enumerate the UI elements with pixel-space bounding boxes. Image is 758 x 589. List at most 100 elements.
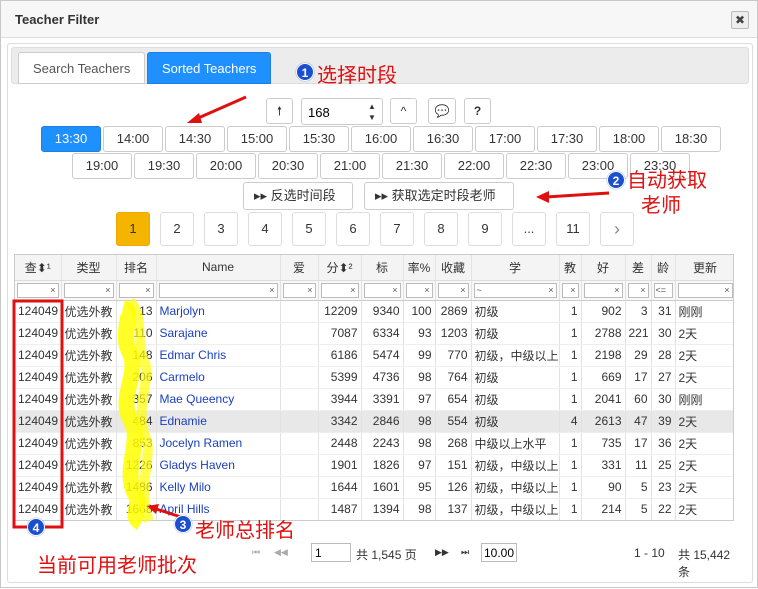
column-header[interactable]: 查⬍¹ xyxy=(15,255,62,281)
page-number-input[interactable] xyxy=(311,543,351,562)
stepper-down-icon[interactable]: ▼ xyxy=(365,112,379,123)
time-slot-button[interactable]: 16:00 xyxy=(351,126,411,152)
time-slot-button[interactable]: 14:00 xyxy=(103,126,163,152)
page-button[interactable]: 5 xyxy=(292,212,326,246)
time-slot-button[interactable]: 21:00 xyxy=(320,153,380,179)
filter-input[interactable]: × xyxy=(583,282,623,298)
clear-filter-icon[interactable]: × xyxy=(50,284,55,297)
time-slot-button[interactable]: 16:30 xyxy=(413,126,473,152)
filter-input[interactable]: × xyxy=(282,282,316,298)
table-row[interactable]: 124049 优选外教 206 Carmelo 5399 4736 98 764 初级 1 669 1… xyxy=(15,366,733,389)
table-row[interactable]: 124049 优选外教 1486 Kelly Milo 1644 1601 95 126 初级，… xyxy=(15,476,733,499)
filter-input[interactable]: × xyxy=(627,282,649,298)
column-header[interactable]: 差 xyxy=(625,255,652,281)
teacher-name-link[interactable]: Edmar Chris xyxy=(156,344,281,367)
clear-filter-icon[interactable]: × xyxy=(570,284,575,297)
clear-filter-icon[interactable]: × xyxy=(392,284,397,297)
first-page-icon[interactable]: ⏮ xyxy=(252,547,260,558)
clear-filter-icon[interactable]: × xyxy=(724,284,729,297)
page-button[interactable]: 4 xyxy=(248,212,282,246)
filter-input[interactable]: × xyxy=(363,282,401,298)
page-button[interactable]: 9 xyxy=(468,212,502,246)
table-row[interactable]: 124049 优选外教 148 Edmar Chris 6186 5474 99 770 初级，… xyxy=(15,344,733,367)
prev-page-icon[interactable]: ◀◀ xyxy=(274,547,288,558)
clear-filter-icon[interactable]: × xyxy=(105,284,110,297)
clear-filter-icon[interactable]: × xyxy=(269,284,274,297)
page-size-input[interactable] xyxy=(481,543,517,562)
filter-input[interactable]: × xyxy=(17,282,59,298)
filter-input[interactable]: × xyxy=(437,282,469,298)
tab-search-teachers[interactable]: Search Teachers xyxy=(18,52,146,84)
teacher-name-link[interactable]: Gladys Haven xyxy=(156,454,281,477)
teacher-name-link[interactable]: Jocelyn Ramen xyxy=(156,432,281,455)
next-page-icon[interactable]: ▶▶ xyxy=(435,547,449,558)
page-button[interactable]: 2 xyxy=(160,212,194,246)
table-row[interactable]: 124049 优选外教 110 Sarajane 7087 6334 93 1203 初级 1 27… xyxy=(15,322,733,345)
teacher-name-link[interactable]: Sarajane xyxy=(156,322,281,345)
clear-filter-icon[interactable]: × xyxy=(614,284,619,297)
next-page-chevron-icon[interactable]: › xyxy=(600,212,634,246)
filter-input[interactable]: × xyxy=(405,282,433,298)
teacher-name-link[interactable]: Mae Queency xyxy=(156,388,281,411)
column-header[interactable]: 好 xyxy=(581,255,626,281)
time-slot-button[interactable]: 18:00 xyxy=(599,126,659,152)
filter-input[interactable]: × xyxy=(677,282,733,298)
filter-input[interactable]: <= xyxy=(653,282,673,298)
column-header[interactable]: 收藏 xyxy=(435,255,472,281)
tab-sorted-teachers[interactable]: Sorted Teachers xyxy=(147,52,272,84)
filter-input[interactable]: × xyxy=(158,282,278,298)
teacher-name-link[interactable]: Carmelo xyxy=(156,366,281,389)
filter-input[interactable]: × xyxy=(561,282,579,298)
clear-filter-icon[interactable]: × xyxy=(548,284,553,297)
last-page-icon[interactable]: ⏭ xyxy=(461,547,469,558)
filter-input[interactable]: ~ × xyxy=(473,282,557,298)
time-slot-button[interactable]: 20:00 xyxy=(196,153,256,179)
page-button[interactable]: 6 xyxy=(336,212,370,246)
column-header[interactable]: 爱 xyxy=(280,255,319,281)
teacher-name-link[interactable]: Ednamie xyxy=(156,410,281,433)
close-icon[interactable]: ✖ xyxy=(731,11,749,29)
clear-filter-icon[interactable]: × xyxy=(350,284,355,297)
fetch-teachers-button[interactable]: ▸▸ 获取选定时段老师 xyxy=(364,182,514,210)
filter-input[interactable]: × xyxy=(63,282,114,298)
clear-filter-icon[interactable]: × xyxy=(640,284,645,297)
column-header[interactable]: Name xyxy=(156,255,281,281)
time-slot-button[interactable]: 19:30 xyxy=(134,153,194,179)
column-header[interactable]: 排名 xyxy=(116,255,157,281)
clear-filter-icon[interactable]: × xyxy=(424,284,429,297)
filter-input[interactable]: × xyxy=(320,282,359,298)
time-slot-button[interactable]: 14:30 xyxy=(165,126,225,152)
filter-input[interactable]: × xyxy=(118,282,154,298)
page-button[interactable]: 1 xyxy=(116,212,150,246)
table-row[interactable]: 124049 优选外教 13 Marjolyn 12209 9340 100 2869 初级 1 9… xyxy=(15,300,733,323)
page-button[interactable]: 7 xyxy=(380,212,414,246)
table-row[interactable]: 124049 优选外教 1668 April Hills 1487 1394 98 137 初级… xyxy=(15,498,733,520)
column-header[interactable]: 类型 xyxy=(61,255,117,281)
time-slot-button[interactable]: 17:00 xyxy=(475,126,535,152)
page-button[interactable]: 3 xyxy=(204,212,238,246)
time-slot-button[interactable]: 15:30 xyxy=(289,126,349,152)
teacher-name-link[interactable]: Kelly Milo xyxy=(156,476,281,499)
time-slot-button[interactable]: 15:00 xyxy=(227,126,287,152)
column-header[interactable]: 教 xyxy=(559,255,582,281)
time-slot-button[interactable]: 18:30 xyxy=(661,126,721,152)
time-slot-button[interactable]: 13:30 xyxy=(41,126,101,152)
time-slot-button[interactable]: 21:30 xyxy=(382,153,442,179)
up-arrow-button[interactable]: 🠕 xyxy=(266,98,293,124)
time-slot-button[interactable]: 22:00 xyxy=(444,153,504,179)
teacher-name-link[interactable]: Marjolyn xyxy=(156,300,281,323)
column-header[interactable]: 分⬍² xyxy=(318,255,362,281)
comment-icon[interactable]: 💬 xyxy=(428,98,456,124)
column-header[interactable]: 率% xyxy=(403,255,436,281)
column-header[interactable]: 龄 xyxy=(651,255,676,281)
time-slot-button[interactable]: 17:30 xyxy=(537,126,597,152)
table-row[interactable]: 124049 优选外教 484 Ednamie 3342 2846 98 554 初级 4 2613… xyxy=(15,410,733,433)
invert-selection-button[interactable]: ▸▸ 反选时间段 xyxy=(243,182,353,210)
table-row[interactable]: 124049 优选外教 853 Jocelyn Ramen 2448 2243 98 268 中… xyxy=(15,432,733,455)
page-button[interactable]: 8 xyxy=(424,212,458,246)
stepper-up-icon[interactable]: ▲ xyxy=(365,101,379,112)
time-slot-button[interactable]: 20:30 xyxy=(258,153,318,179)
caret-up-button[interactable]: ^ xyxy=(390,98,417,124)
help-button[interactable]: ? xyxy=(464,98,491,124)
column-header[interactable]: 更新 xyxy=(675,255,733,281)
